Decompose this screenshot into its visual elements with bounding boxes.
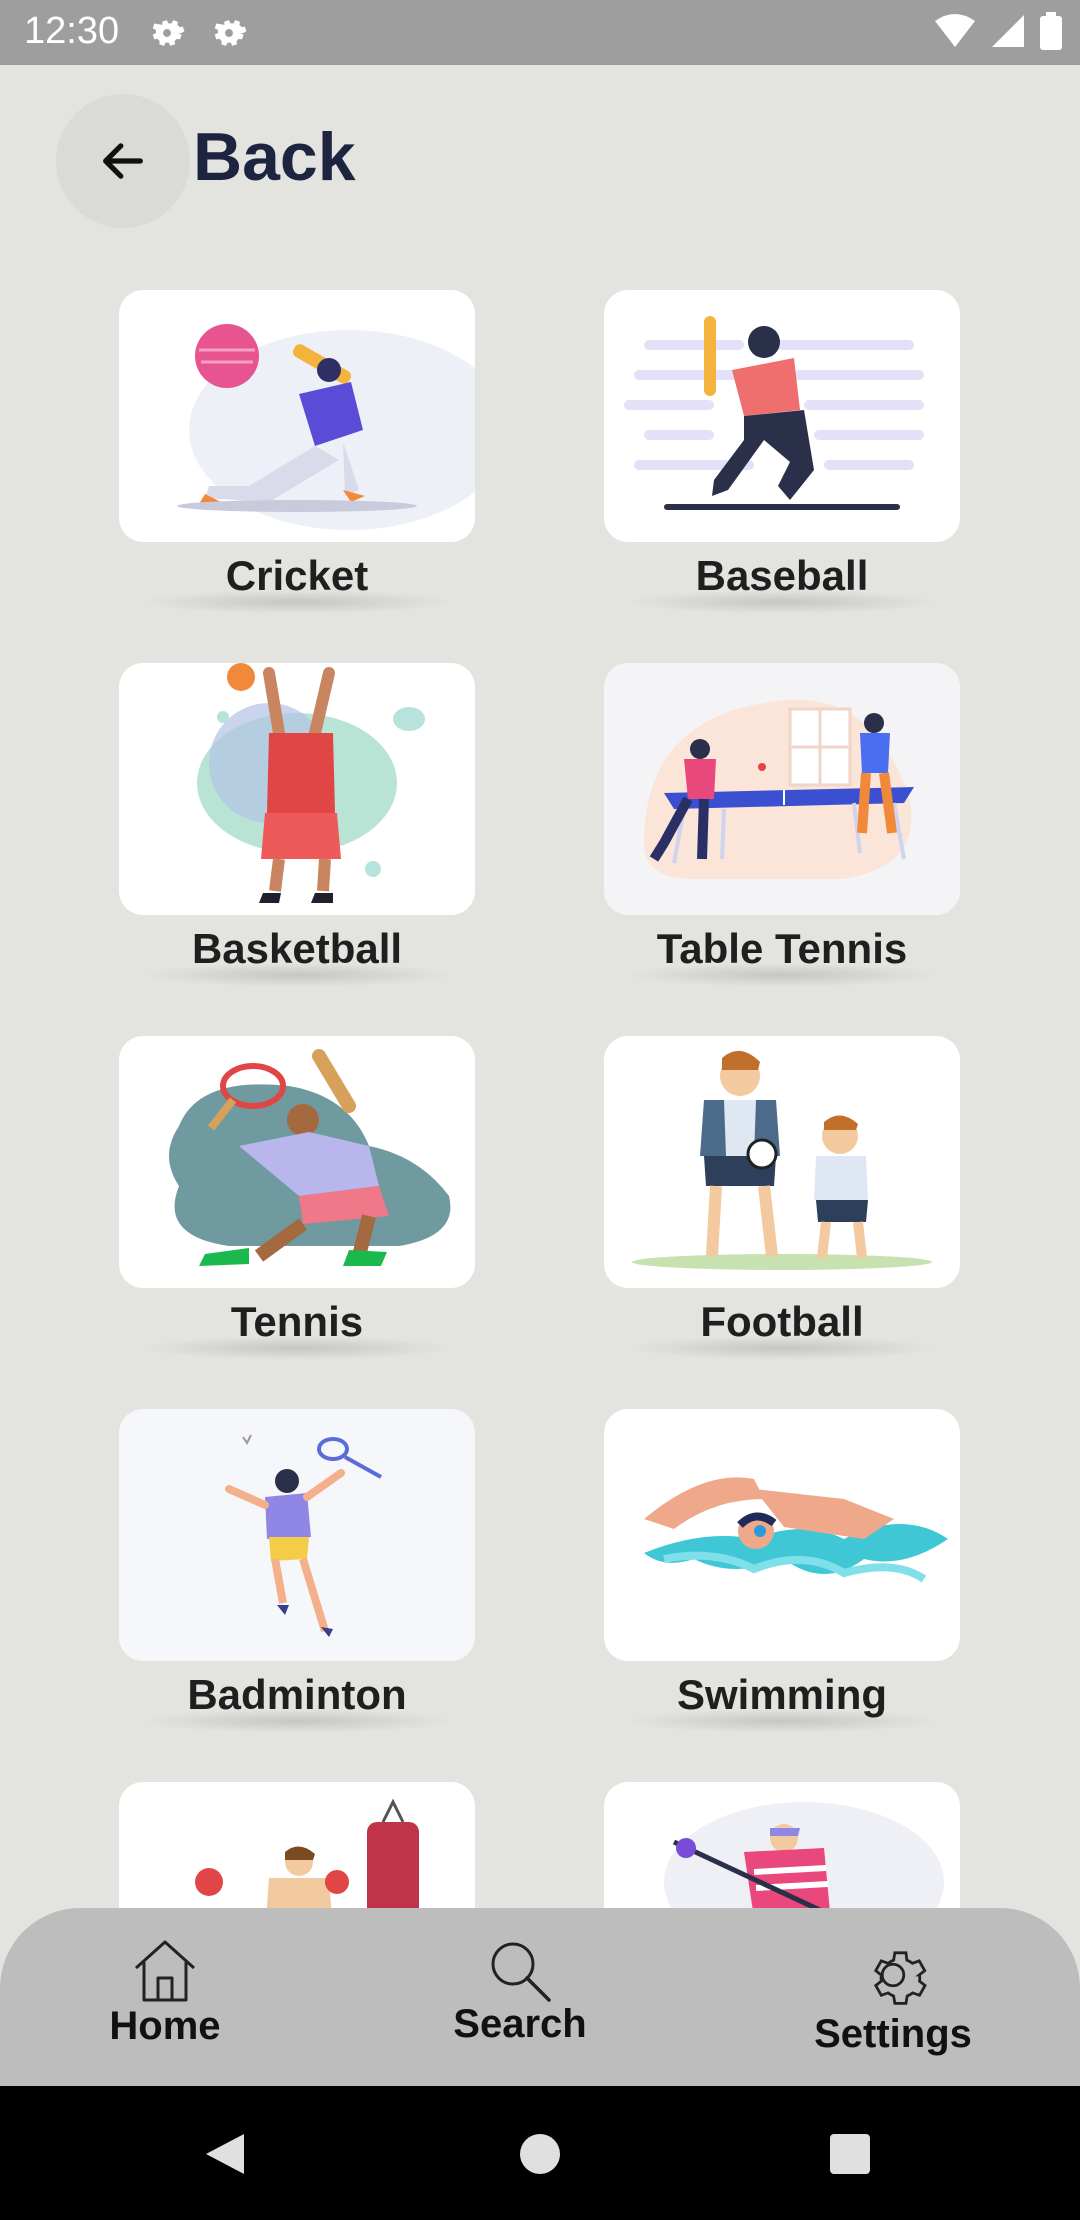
sport-label: Tennis <box>230 1298 364 1345</box>
sport-card-tennis[interactable]: Tennis <box>119 1036 475 1360</box>
badminton-illustration <box>119 1409 475 1661</box>
football-illustration <box>604 1036 960 1288</box>
hockey-illustration <box>604 1782 960 1908</box>
nav-settings[interactable]: Settings <box>808 1938 978 2057</box>
sport-card-baseball[interactable]: Baseball <box>604 290 960 614</box>
sports-grid: Cricket Baseball Basketball Table Tennis… <box>0 0 1080 1908</box>
sport-card-badminton[interactable]: Badminton <box>119 1409 475 1733</box>
nav-settings-label: Settings <box>814 2012 972 2056</box>
system-back-icon[interactable] <box>200 2130 248 2178</box>
sport-card-cricket[interactable]: Cricket <box>119 290 475 614</box>
system-home-icon[interactable] <box>518 2132 562 2176</box>
sport-card-boxing[interactable] <box>119 1782 475 1908</box>
boxing-illustration <box>119 1782 475 1908</box>
sport-card-swimming[interactable]: Swimming <box>604 1409 960 1733</box>
sport-card-hockey[interactable] <box>604 1782 960 1908</box>
basketball-illustration <box>119 663 475 915</box>
sport-card-football[interactable]: Football <box>604 1036 960 1360</box>
bottom-navigation: Home Search Settings <box>0 1908 1080 2086</box>
baseball-illustration <box>604 290 960 542</box>
nav-search[interactable]: Search <box>445 1938 595 2047</box>
search-icon <box>491 1942 551 2002</box>
sport-label: Basketball <box>191 925 403 972</box>
table-tennis-illustration <box>604 663 960 915</box>
sport-label: Football <box>700 1298 864 1345</box>
nav-home[interactable]: Home <box>100 1938 230 2049</box>
sport-card-basketball[interactable]: Basketball <box>119 663 475 987</box>
system-navigation-bar <box>0 2086 1080 2220</box>
sport-label: Cricket <box>225 552 369 599</box>
home-icon <box>134 1940 196 2002</box>
nav-search-label: Search <box>453 2002 587 2046</box>
cricket-illustration <box>119 290 475 542</box>
nav-home-label: Home <box>109 2004 221 2048</box>
system-recents-icon[interactable] <box>828 2132 872 2176</box>
sport-label: Swimming <box>676 1671 888 1718</box>
sport-label: Table Tennis <box>656 925 908 972</box>
settings-icon <box>873 1951 927 2005</box>
sport-label: Badminton <box>187 1671 407 1718</box>
tennis-illustration <box>119 1036 475 1288</box>
swimming-illustration <box>604 1409 960 1661</box>
sport-label: Baseball <box>695 552 869 599</box>
sport-card-table-tennis[interactable]: Table Tennis <box>604 663 960 987</box>
